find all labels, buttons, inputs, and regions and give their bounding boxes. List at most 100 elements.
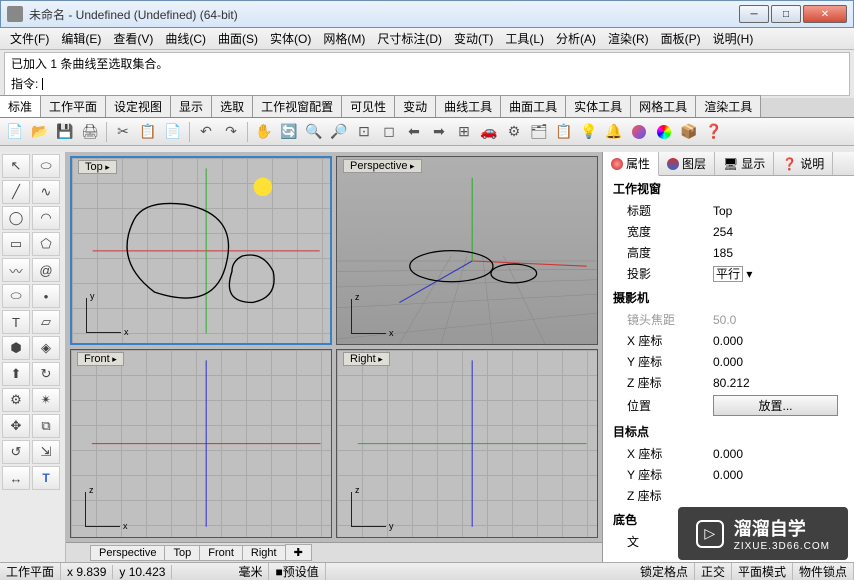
tab-visibility[interactable]: 可见性 [341, 95, 395, 117]
viewport-label[interactable]: Top [78, 160, 117, 174]
redo-icon[interactable] [220, 121, 242, 143]
rect-icon[interactable]: ▭ [2, 232, 30, 256]
tab-transform[interactable]: 变动 [394, 95, 436, 117]
tab-meshtools[interactable]: 网格工具 [630, 95, 696, 117]
menu-dim[interactable]: 尺寸标注(D) [371, 28, 448, 49]
ellipse-icon[interactable]: ⬭ [2, 284, 30, 308]
surface-icon[interactable]: ▱ [32, 310, 60, 334]
open-icon[interactable] [29, 121, 51, 143]
scale-icon[interactable]: ⇲ [32, 440, 60, 464]
menu-tools[interactable]: 工具(L) [499, 28, 550, 49]
menu-curve[interactable]: 曲线(C) [159, 28, 212, 49]
vtab-add[interactable]: ✚ [285, 544, 312, 561]
minimize-button[interactable]: ─ [739, 5, 769, 23]
menu-render[interactable]: 渲染(R) [602, 28, 655, 49]
color-icon[interactable] [653, 121, 675, 143]
menu-help[interactable]: 说明(H) [707, 28, 760, 49]
new-icon[interactable] [4, 121, 26, 143]
tab-cplane[interactable]: 工作平面 [40, 95, 106, 117]
mesh-icon[interactable]: ◈ [32, 336, 60, 360]
material-icon[interactable] [628, 121, 650, 143]
viewport-right[interactable]: Right yz [336, 349, 598, 538]
copy-icon[interactable] [137, 121, 159, 143]
help-icon[interactable]: ❓ [703, 121, 725, 143]
arrow-icon[interactable]: ↖ [2, 154, 30, 178]
move-icon[interactable]: ✥ [2, 414, 30, 438]
viewport-top[interactable]: Top xy [70, 156, 332, 345]
tab-standard[interactable]: 标准 [0, 95, 41, 117]
status-planar[interactable]: 平面模式 [732, 563, 793, 580]
save-icon[interactable] [54, 121, 76, 143]
ptab-layer[interactable]: 图层 [659, 152, 715, 175]
line-icon[interactable]: ╱ [2, 180, 30, 204]
command-prompt[interactable]: 指令: [5, 74, 849, 95]
revolve-icon[interactable]: ↻ [32, 362, 60, 386]
status-plane[interactable]: 工作平面 [0, 563, 61, 580]
status-preset[interactable]: ■预设值 [269, 563, 325, 580]
close-button[interactable]: ✕ [803, 5, 847, 23]
text-icon[interactable]: T [2, 310, 30, 334]
menu-panel[interactable]: 面板(P) [655, 28, 707, 49]
status-ortho[interactable]: 正交 [695, 563, 732, 580]
prop-icon[interactable]: 📋 [553, 121, 575, 143]
car-icon[interactable]: 🚗 [478, 121, 500, 143]
tab-solidtools[interactable]: 实体工具 [565, 95, 631, 117]
ptab-display[interactable]: 🖥显示 [715, 152, 774, 175]
val-title[interactable]: Top [713, 204, 854, 218]
zoom-ext-icon[interactable]: ⊡ [353, 121, 375, 143]
shade-icon[interactable]: 💡 [578, 121, 600, 143]
val-tx[interactable]: 0.000 [713, 447, 854, 461]
menu-mesh[interactable]: 网格(M) [317, 28, 371, 49]
text3d-icon[interactable]: T [32, 466, 60, 490]
back-icon[interactable]: ⬅ [403, 121, 425, 143]
layer-icon[interactable]: 🗂 [528, 121, 550, 143]
cut-icon[interactable] [112, 121, 134, 143]
polygon-icon[interactable]: ⬠ [32, 232, 60, 256]
place-button[interactable]: 放置... [713, 395, 838, 416]
tab-layout[interactable]: 工作视窗配置 [252, 95, 342, 117]
viewport-label[interactable]: Front [77, 352, 124, 366]
arc-icon[interactable]: ◠ [32, 206, 60, 230]
viewport-label[interactable]: Right [343, 352, 390, 366]
lasso-icon[interactable]: ⬭ [32, 154, 60, 178]
gear-icon[interactable]: ⚙ [2, 388, 30, 412]
zoom-sel-icon[interactable]: ◻ [378, 121, 400, 143]
vtab-front[interactable]: Front [199, 545, 243, 561]
maximize-button[interactable]: □ [771, 5, 801, 23]
tab-surftools[interactable]: 曲面工具 [500, 95, 566, 117]
tab-select[interactable]: 选取 [211, 95, 253, 117]
dim-icon[interactable]: ↔ [2, 466, 30, 490]
render-icon[interactable]: 🔔 [603, 121, 625, 143]
4view-icon[interactable]: ⊞ [453, 121, 475, 143]
vtab-right[interactable]: Right [242, 545, 286, 561]
menu-edit[interactable]: 编辑(E) [55, 28, 107, 49]
tab-curvetools[interactable]: 曲线工具 [435, 95, 501, 117]
status-snap[interactable]: 锁定格点 [634, 563, 695, 580]
menu-view[interactable]: 查看(V) [107, 28, 159, 49]
vtab-persp[interactable]: Perspective [90, 545, 165, 561]
curve-icon[interactable]: 〰 [2, 258, 30, 282]
solid-icon[interactable]: ⬢ [2, 336, 30, 360]
explode-icon[interactable]: ✴ [32, 388, 60, 412]
vtab-top[interactable]: Top [164, 545, 200, 561]
undo-icon[interactable] [195, 121, 217, 143]
val-ty[interactable]: 0.000 [713, 468, 854, 482]
val-camx[interactable]: 0.000 [713, 334, 854, 348]
menu-surface[interactable]: 曲面(S) [212, 28, 264, 49]
circle-icon[interactable]: ◯ [2, 206, 30, 230]
menu-analyze[interactable]: 分析(A) [550, 28, 602, 49]
tab-display[interactable]: 显示 [170, 95, 212, 117]
status-osnap[interactable]: 物件锁点 [793, 563, 854, 580]
box-icon[interactable]: 📦 [678, 121, 700, 143]
options-icon[interactable]: ⚙ [503, 121, 525, 143]
paste-icon[interactable] [162, 121, 184, 143]
fwd-icon[interactable]: ➡ [428, 121, 450, 143]
val-camz[interactable]: 80.212 [713, 376, 854, 390]
extrude-icon[interactable]: ⬆ [2, 362, 30, 386]
ptab-attr[interactable]: 属性 [603, 152, 659, 176]
copy-icon[interactable]: ⧉ [32, 414, 60, 438]
pan-icon[interactable] [253, 121, 275, 143]
viewport-label[interactable]: Perspective [343, 159, 422, 173]
zoom-out-icon[interactable] [328, 121, 350, 143]
viewport-front[interactable]: Front xz [70, 349, 332, 538]
